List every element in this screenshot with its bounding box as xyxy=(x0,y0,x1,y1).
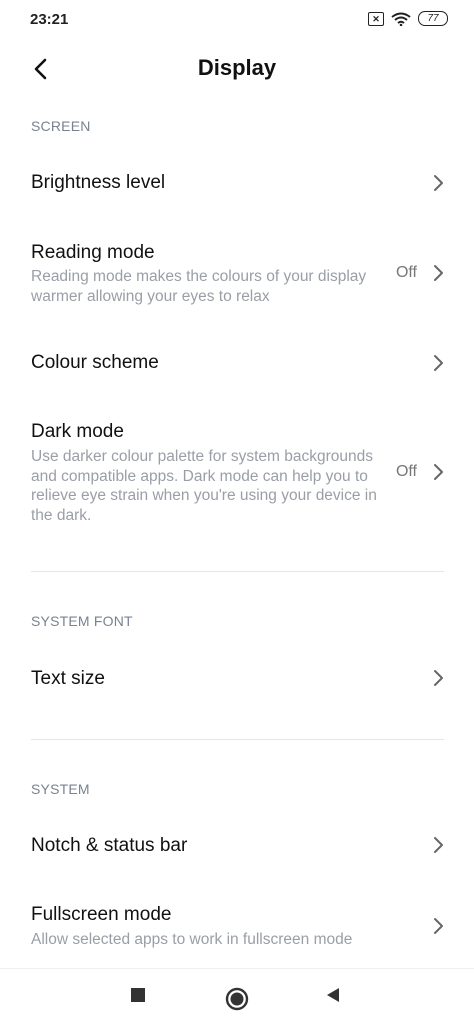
chevron-right-icon xyxy=(434,918,443,934)
wifi-icon xyxy=(391,12,411,26)
reading-mode-value: Off xyxy=(395,264,417,281)
chevron-right-icon xyxy=(434,175,443,191)
divider xyxy=(31,571,444,572)
header: Display xyxy=(0,45,474,95)
divider xyxy=(31,739,444,740)
chevron-right-icon xyxy=(434,265,443,281)
recents-button[interactable] xyxy=(129,986,147,1004)
status-bar: 23:21 ✕ 77 xyxy=(0,0,474,40)
row-title: Dark mode xyxy=(31,421,124,442)
chevron-right-icon xyxy=(434,355,443,371)
brightness-level-item[interactable]: Brightness level xyxy=(0,150,474,216)
system-back-button[interactable] xyxy=(324,986,342,1004)
square-icon xyxy=(131,988,145,1002)
navigation-bar xyxy=(0,968,474,1027)
section-header-screen: SCREEN xyxy=(31,118,91,134)
sim-x-icon: ✕ xyxy=(368,11,384,26)
status-icons: ✕ 77 xyxy=(368,11,448,26)
row-title: Colour scheme xyxy=(31,352,159,373)
dark-mode-item[interactable]: Dark mode Use darker colour palette for … xyxy=(0,410,474,540)
dark-mode-value: Off xyxy=(395,463,417,480)
row-description: Use darker colour palette for system bac… xyxy=(31,448,377,524)
row-title: Notch & status bar xyxy=(31,835,188,856)
fullscreen-mode-item[interactable]: Fullscreen mode Allow selected apps to w… xyxy=(0,893,474,963)
page-title: Display xyxy=(197,55,277,80)
status-time: 23:21 xyxy=(30,11,69,28)
home-button[interactable] xyxy=(224,986,250,1012)
section-header-system: SYSTEM xyxy=(31,781,90,797)
chevron-right-icon xyxy=(434,670,443,686)
chevron-right-icon xyxy=(434,837,443,853)
triangle-back-icon xyxy=(327,988,339,1002)
row-description: Allow selected apps to work in fullscree… xyxy=(31,931,353,948)
reading-mode-item[interactable]: Reading mode Reading mode makes the colo… xyxy=(0,230,474,320)
row-title: Text size xyxy=(31,668,105,689)
circle-icon xyxy=(225,987,249,1011)
colour-scheme-item[interactable]: Colour scheme xyxy=(0,330,474,396)
section-header-system-font: SYSTEM FONT xyxy=(31,613,133,629)
chevron-right-icon xyxy=(434,464,443,480)
row-title: Brightness level xyxy=(31,172,166,193)
row-description: Reading mode makes the colours of your d… xyxy=(31,268,367,305)
row-title: Reading mode xyxy=(31,242,155,263)
row-title: Fullscreen mode xyxy=(31,904,172,925)
battery-icon: 77 xyxy=(418,11,448,26)
notch-status-bar-item[interactable]: Notch & status bar xyxy=(0,813,474,879)
text-size-item[interactable]: Text size xyxy=(0,646,474,712)
